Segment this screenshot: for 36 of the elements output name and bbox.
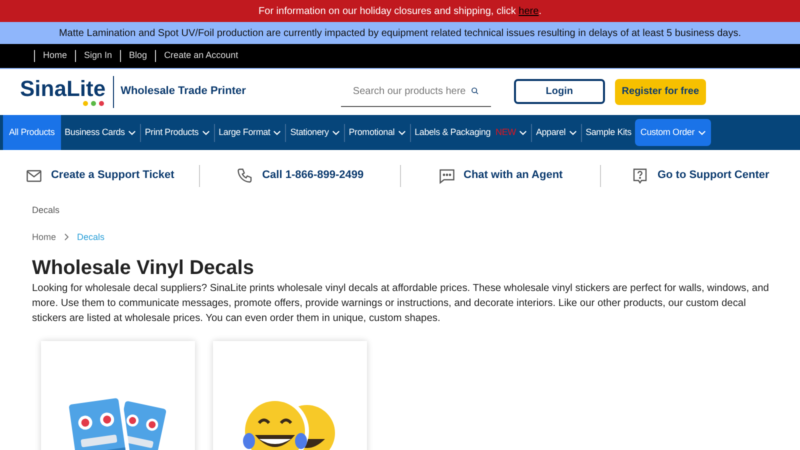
support-link[interactable]: Create a Support Ticket — [0, 166, 200, 184]
login-button[interactable]: Login — [514, 79, 605, 104]
chat-icon — [438, 166, 456, 184]
nav-item[interactable]: Promotional — [344, 126, 410, 140]
phone-icon — [236, 166, 254, 184]
nav-item[interactable]: Business Cards — [60, 126, 140, 140]
search-field[interactable]: Search our products here — [352, 84, 471, 98]
nav-item[interactable]: Labels & Packaging NEW — [410, 126, 531, 140]
nav-item[interactable]: Apparel — [532, 126, 581, 140]
nav-item[interactable]: Sample Kits — [582, 126, 636, 140]
chevron-right-icon — [64, 233, 70, 242]
breadcrumb-link[interactable]: Home — [32, 230, 56, 244]
notice-banner: Matte Lamination and Spot UV/Foil production are currently impacted by equipment related technical issues resulting in delays of at least 5 business days. — [0, 22, 800, 44]
top-link[interactable]: Home — [35, 49, 76, 63]
description: Looking for wholesale decal suppliers? SinaLite prints wholesale vinyl decals at affordable prices. These wholesale vinyl stickers are perfect for walls, windows, and more. Use them to communicate messages, promote offers, provide warnings or instructions, and decorate interiors. Like our other products, our custom decal stickers are listed at wholesale prices. You can even order them in unique, custom shapes. — [32, 282, 770, 326]
new-label: NEW — [496, 126, 516, 139]
help-icon — [631, 166, 650, 184]
support-link[interactable]: Call 1-866-899-2499 — [200, 166, 400, 184]
top-link[interactable]: Create an Account — [156, 49, 246, 63]
nav-item[interactable]: Print Products — [140, 126, 214, 140]
page-title: Wholesale Vinyl Decals — [32, 256, 255, 281]
page-label: Decals — [32, 204, 61, 217]
top-link[interactable]: Blog — [121, 49, 156, 63]
nav-item[interactable]: All Products — [3, 115, 61, 150]
support-link[interactable]: Go to Support Center — [600, 166, 800, 184]
nav-item[interactable]: Custom Order — [635, 119, 711, 146]
nav-item[interactable]: Large Format — [214, 126, 286, 140]
search-icon[interactable] — [470, 85, 479, 97]
register-button[interactable]: Register for free — [614, 78, 706, 104]
support-link[interactable]: Chat with an Agent — [400, 166, 600, 184]
banner-period: . — [538, 4, 542, 18]
nav-item[interactable]: Stationery — [286, 126, 344, 140]
sinalite-logo[interactable]: SinaLite — [20, 78, 106, 106]
top-link[interactable]: Sign In — [76, 49, 120, 63]
tagline: Wholesale Trade Printer — [120, 84, 246, 100]
holiday-banner-text: For information on our holiday closures and shipping, click — [258, 4, 517, 18]
